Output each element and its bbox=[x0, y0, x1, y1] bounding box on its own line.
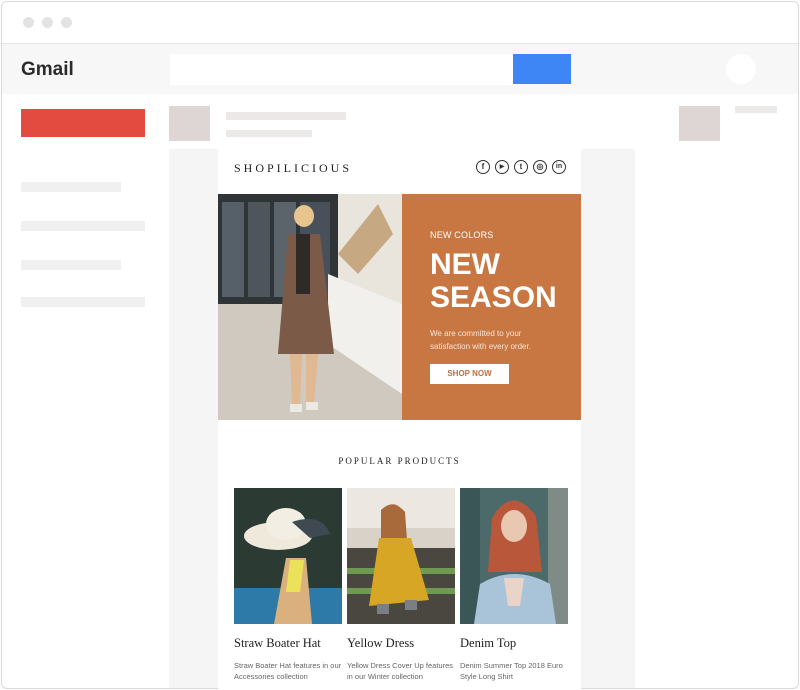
hero-headline: NEW SEASON bbox=[430, 248, 557, 314]
window-minimize-dot[interactable] bbox=[42, 17, 53, 28]
sender-placeholder bbox=[226, 130, 312, 137]
search-input[interactable] bbox=[170, 54, 517, 85]
product-name[interactable]: Yellow Dress bbox=[347, 636, 455, 651]
compose-button[interactable] bbox=[21, 109, 145, 137]
product-photo-illustration bbox=[347, 488, 455, 624]
sidebar-item-placeholder[interactable] bbox=[21, 182, 121, 192]
gmail-header: Gmail bbox=[2, 44, 798, 94]
avatar[interactable] bbox=[726, 54, 756, 84]
subject-placeholder bbox=[226, 112, 346, 120]
action-placeholder[interactable] bbox=[679, 106, 720, 141]
facebook-icon[interactable]: f bbox=[476, 160, 490, 174]
hero-panel: NEW COLORS NEW SEASON We are committed t… bbox=[402, 194, 581, 420]
sender-avatar-placeholder bbox=[169, 106, 210, 141]
youtube-icon[interactable]: ▶ bbox=[495, 160, 509, 174]
product-description: Denim Summer Top 2018 Euro Style Long Sh… bbox=[460, 661, 563, 681]
hero-photo-illustration bbox=[218, 194, 402, 420]
hero-image bbox=[218, 194, 402, 420]
hero-headline-line1: NEW bbox=[430, 248, 500, 281]
product-photo-illustration bbox=[234, 488, 342, 624]
date-placeholder bbox=[735, 106, 777, 113]
gmail-logo: Gmail bbox=[21, 59, 74, 80]
product-card[interactable]: Denim Top Denim Summer Top 2018 Euro Sty… bbox=[460, 488, 568, 682]
product-image[interactable] bbox=[460, 488, 568, 624]
product-image[interactable] bbox=[234, 488, 342, 624]
product-photo-illustration bbox=[460, 488, 568, 624]
product-description: Straw Boater Hat features in our Accesso… bbox=[234, 661, 342, 681]
sidebar-item-placeholder[interactable] bbox=[21, 221, 145, 231]
hero-headline-line2: SEASON bbox=[430, 281, 557, 314]
email-content: SHOPILICIOUS f ▶ t ◎ in NEW COLORS NEW S… bbox=[218, 147, 581, 690]
title-bar bbox=[2, 2, 798, 44]
product-card[interactable]: Straw Boater Hat Straw Boater Hat featur… bbox=[234, 488, 342, 682]
section-title: POPULAR PRODUCTS bbox=[338, 456, 461, 466]
window-maximize-dot[interactable] bbox=[61, 17, 72, 28]
linkedin-icon[interactable]: in bbox=[552, 160, 566, 174]
instagram-icon[interactable]: ◎ bbox=[533, 160, 547, 174]
twitter-icon[interactable]: t bbox=[514, 160, 528, 174]
search-button[interactable] bbox=[513, 54, 571, 84]
product-name[interactable]: Denim Top bbox=[460, 636, 568, 651]
hero-description: We are committed to your satisfaction wi… bbox=[430, 329, 531, 351]
product-name[interactable]: Straw Boater Hat bbox=[234, 636, 342, 651]
product-description: Yellow Dress Cover Up features in our Wi… bbox=[347, 661, 454, 681]
product-card[interactable]: Yellow Dress Yellow Dress Cover Up featu… bbox=[347, 488, 455, 682]
sidebar-item-placeholder[interactable] bbox=[21, 260, 121, 270]
shop-now-button[interactable]: SHOP NOW bbox=[430, 364, 509, 384]
product-image[interactable] bbox=[347, 488, 455, 624]
sidebar-item-placeholder[interactable] bbox=[21, 297, 145, 307]
window-close-dot[interactable] bbox=[23, 17, 34, 28]
hero-eyebrow: NEW COLORS bbox=[430, 230, 494, 240]
brand-logo[interactable]: SHOPILICIOUS bbox=[234, 161, 352, 176]
